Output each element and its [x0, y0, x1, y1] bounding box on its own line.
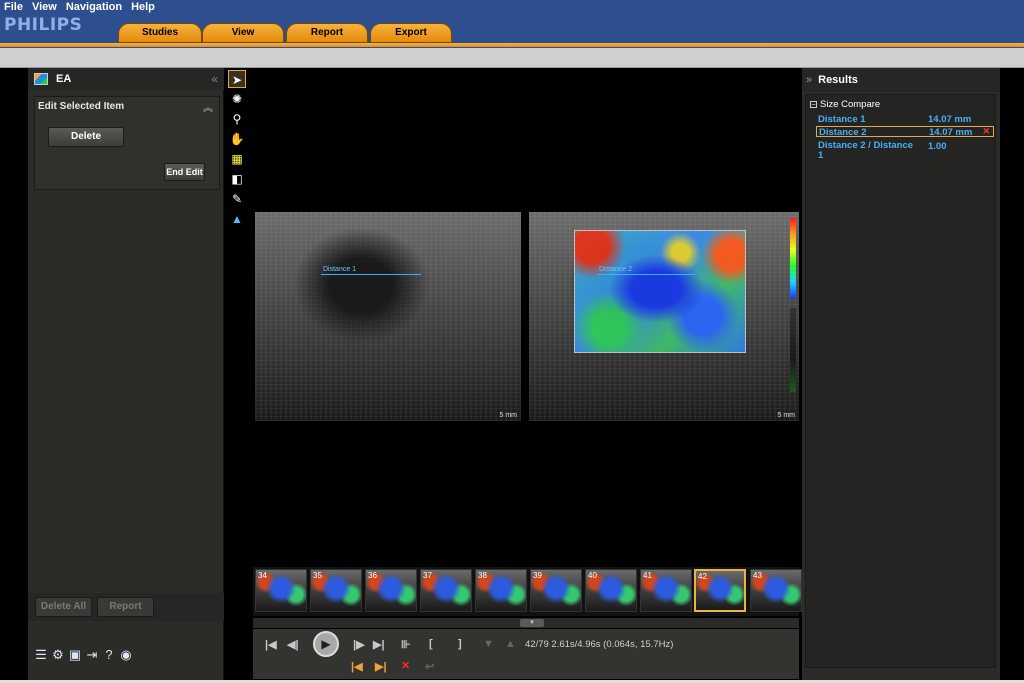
chevron-up-icon[interactable]: ︽ [203, 99, 213, 114]
delete-button[interactable]: Delete [48, 127, 124, 147]
window-level-icon[interactable]: ✺ [228, 90, 246, 108]
select-arrow-icon[interactable]: ➤ [228, 70, 246, 88]
scrollbar-thumb[interactable]: ▼ [520, 619, 544, 627]
thumbnail-selected[interactable]: 42 [694, 569, 746, 612]
result-row-distance-1[interactable]: Distance 1 14.07 mm [816, 114, 994, 125]
thumbnail[interactable]: 34 [255, 569, 307, 612]
set-end-icon[interactable]: ▶| [375, 660, 387, 673]
exit-icon[interactable]: ⇥ [85, 648, 99, 662]
results-panel: » Results – Size Compare Distance 1 14.0… [802, 68, 1000, 680]
image-viewer[interactable]: Distance 1 5 mm Distance 2 5 mm [253, 68, 799, 567]
set-start-icon[interactable]: |◀ [351, 660, 363, 673]
thumbnail[interactable]: 41 [640, 569, 692, 612]
ultrasound-image-left[interactable]: Distance 1 5 mm [255, 212, 521, 421]
thumbnail[interactable]: 37 [420, 569, 472, 612]
first-frame-icon[interactable]: |◀ [265, 638, 277, 651]
menu-bar: File View Navigation Help [4, 1, 155, 15]
elastography-color-overlay [574, 230, 746, 353]
split-icon[interactable]: ⊪ [401, 638, 411, 651]
settings-icon[interactable]: ⚙ [51, 648, 65, 662]
thumbnail[interactable]: 43 [750, 569, 802, 612]
mark-out-icon[interactable]: ] [458, 638, 462, 650]
pan-hand-icon[interactable]: ✋ [228, 130, 246, 148]
left-panel: EA « Edit Selected Item ︽ Delete End Edi… [28, 68, 224, 680]
collapse-panel-icon[interactable]: « [211, 72, 218, 86]
distance-1-line[interactable] [321, 274, 421, 275]
edit-selected-item-section: Edit Selected Item ︽ Delete End Edit [34, 96, 220, 190]
distance-2-label: Distance 2 [599, 266, 633, 273]
chevron-up-icon[interactable]: ▲ [505, 638, 516, 650]
scale-label-left: 5 mm [499, 412, 518, 419]
section-title: Edit Selected Item [38, 101, 125, 112]
mark-in-icon[interactable]: [ [429, 638, 433, 650]
grayscale-bar [790, 308, 796, 392]
expand-panel-icon[interactable]: » [806, 74, 812, 86]
search-icon[interactable]: ◉ [119, 648, 133, 662]
tab-view[interactable]: View [202, 23, 284, 43]
menu-file[interactable]: File [4, 1, 23, 15]
distance-1-label: Distance 1 [323, 266, 357, 273]
tab-underline [0, 43, 1024, 47]
thumbnail-scrollbar[interactable]: ▼ [253, 618, 799, 628]
delete-row-icon[interactable]: ✕ [982, 126, 990, 137]
collapse-group-icon[interactable]: – [810, 101, 817, 108]
philips-logo: PHILIPS [4, 15, 83, 35]
thumbnail[interactable]: 35 [310, 569, 362, 612]
tool-strip: ➤ ✺ ⚲ ✋ ▦ ◧ ✎ ▲ [228, 70, 248, 228]
group-label: Size Compare [820, 99, 881, 110]
report-button[interactable]: Report [97, 597, 154, 617]
utility-icons: ☰ ⚙ ▣ ⇥ ? ◉ [34, 648, 133, 662]
thumbnail[interactable]: 38 [475, 569, 527, 612]
result-row-distance-2[interactable]: Distance 2 14.07 mm ✕ [816, 126, 994, 138]
thumbnail[interactable]: 40 [585, 569, 637, 612]
frame-info: 42/79 2.61s/4.96s (0.064s, 15.7Hz) [525, 639, 674, 650]
tab-export[interactable]: Export [370, 23, 452, 43]
cancel-icon[interactable]: ✕ [401, 659, 410, 672]
overlay-icon[interactable]: ◧ [228, 170, 246, 188]
last-frame-icon[interactable]: ▶| [373, 638, 385, 651]
ultrasound-image-right[interactable]: Distance 2 5 mm [529, 212, 799, 421]
save-icon[interactable]: ▣ [68, 648, 82, 662]
size-compare-group[interactable]: – Size Compare [810, 99, 880, 110]
color-scale-bar [790, 218, 796, 298]
menu-help[interactable]: Help [131, 1, 155, 15]
result-row-ratio[interactable]: Distance 2 / Distance 1 1.00 [816, 141, 994, 163]
menu-view[interactable]: View [32, 1, 57, 15]
delete-all-button[interactable]: Delete All [35, 597, 92, 617]
chevron-down-icon[interactable]: ▼ [483, 638, 494, 650]
help-icon[interactable]: ? [102, 648, 116, 662]
ea-app-icon [34, 73, 48, 85]
previous-frame-icon[interactable]: ◀| [287, 638, 299, 651]
zoom-icon[interactable]: ⚲ [228, 110, 246, 128]
results-list: – Size Compare Distance 1 14.07 mm Dista… [805, 94, 996, 668]
thumbnail-strip: 34 35 36 37 38 39 40 41 42 43 [253, 567, 802, 616]
compare-icon[interactable]: ▲ [228, 210, 246, 228]
results-title: Results [818, 74, 858, 86]
panel-title: EA [56, 73, 72, 85]
panel-header: EA « [28, 68, 224, 90]
tab-report[interactable]: Report [286, 23, 368, 43]
list-icon[interactable]: ☰ [34, 648, 48, 662]
scale-label-right: 5 mm [777, 412, 796, 419]
toolbar-strip [0, 48, 1024, 68]
playback-controls: |◀ ◀| ▶ |▶ ▶| ⊪ [ ] ▼ ▲ 42/79 2.61s/4.96… [253, 629, 799, 679]
play-button[interactable]: ▶ [313, 631, 339, 657]
eraser-icon[interactable]: ✎ [228, 190, 246, 208]
tab-studies[interactable]: Studies [118, 23, 202, 43]
undo-icon[interactable]: ↩ [425, 660, 434, 673]
thumbnail[interactable]: 39 [530, 569, 582, 612]
menu-navigation[interactable]: Navigation [66, 1, 122, 15]
end-edit-button[interactable]: End Edit [164, 163, 205, 181]
results-header: » Results [802, 68, 1000, 92]
thumbnail[interactable]: 36 [365, 569, 417, 612]
distance-2-line[interactable] [597, 274, 697, 275]
color-map-icon[interactable]: ▦ [228, 150, 246, 168]
next-frame-icon[interactable]: |▶ [353, 638, 365, 651]
